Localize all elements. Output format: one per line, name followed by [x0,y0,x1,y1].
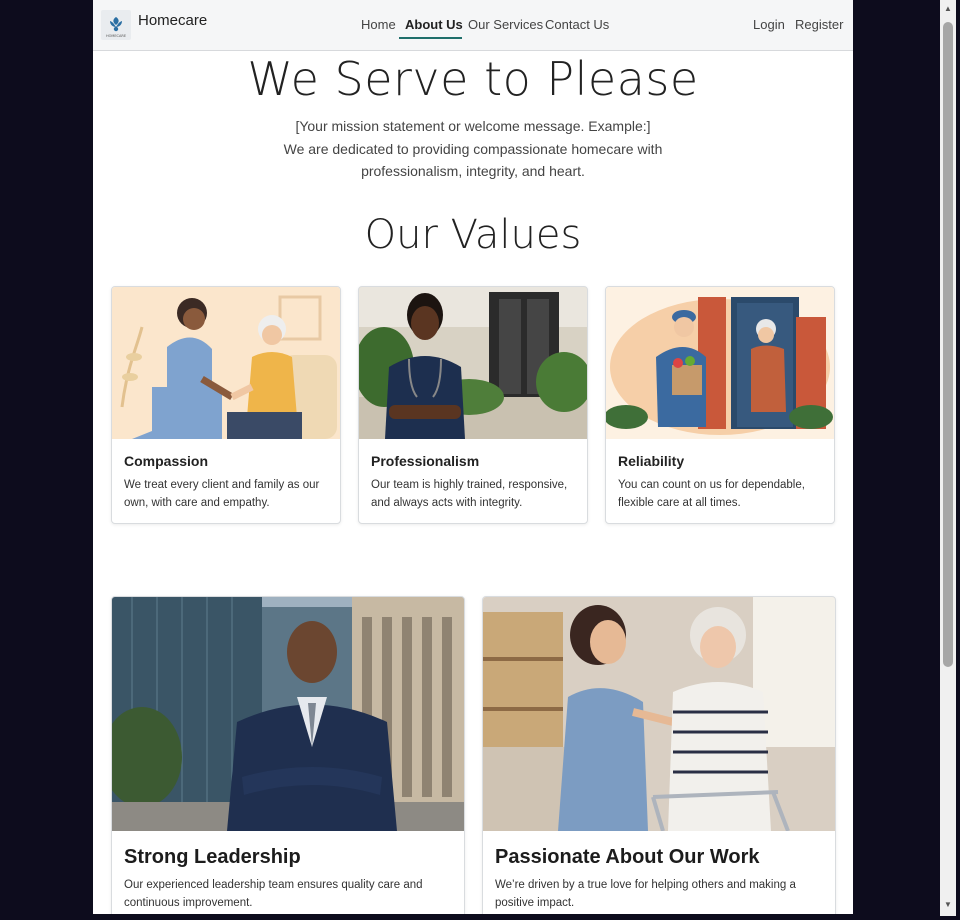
leadership-photo [112,597,464,831]
feature-text-line-2: continuous improvement. [124,897,253,909]
card-title: Reliability [618,453,685,469]
card-title: Compassion [124,453,209,469]
value-card-professionalism: Professionalism Our team is highly train… [358,286,588,524]
feature-title: Strong Leadership [124,846,301,868]
mission-line-1: [Your mission statement or welcome messa… [295,118,651,134]
scroll-down-icon[interactable]: ▼ [943,900,953,910]
card-text-line-1: You can count on us for dependable, [618,479,805,491]
scroll-up-icon[interactable]: ▲ [943,4,953,14]
feature-card-leadership: Strong Leadership Our experienced leader… [111,596,465,914]
register-link[interactable]: Register [795,17,843,32]
reliability-illustration [606,287,834,439]
card-text-line-1: We treat every client and family as our [124,479,320,491]
caregiver-photo [483,597,835,831]
value-card-compassion: Compassion We treat every client and fam… [111,286,341,524]
navbar: HOMECARE Homecare Home About Us Our Serv… [93,0,853,51]
page-scrollbar[interactable]: ▲ ▼ [940,0,956,916]
nav-contact-us[interactable]: Contact Us [545,17,609,32]
feature-text-line-1: Our experienced leadership team ensures … [124,879,423,891]
card-text-line-2: and always acts with integrity. [371,497,523,509]
page: HOMECARE Homecare Home About Us Our Serv… [93,0,853,914]
card-text-line-2: own, with care and empathy. [124,497,270,509]
page-title: We Serve to Please [247,52,699,106]
svg-text:HOMECARE: HOMECARE [106,34,126,38]
card-title: Professionalism [371,453,480,469]
feature-text-line-2: positive impact. [495,897,575,909]
professional-nurse-photo [359,287,587,439]
feature-card-passion: Passionate About Our Work We’re driven b… [482,596,836,914]
card-text-line-2: flexible care at all times. [618,497,741,509]
value-card-reliability: Reliability You can count on us for depe… [605,286,835,524]
mission-line-3: professionalism, integrity, and heart. [361,163,585,179]
logo-icon: HOMECARE [106,17,126,38]
login-link[interactable]: Login [753,17,785,32]
scroll-thumb[interactable] [943,22,953,667]
nav-our-services[interactable]: Our Services [468,17,543,32]
brand-name[interactable]: Homecare [138,12,207,29]
mission-line-2: We are dedicated to providing compassion… [283,141,663,157]
values-heading: Our Values [364,212,582,258]
nav-home[interactable]: Home [361,17,396,32]
card-text-line-1: Our team is highly trained, responsive, [371,479,568,491]
nav-active-indicator [399,37,462,39]
compassion-illustration [112,287,340,439]
brand-logo[interactable]: HOMECARE [101,10,131,40]
nav-about-us[interactable]: About Us [405,17,463,32]
feature-text-line-1: We’re driven by a true love for helping … [495,879,796,891]
feature-title: Passionate About Our Work [495,846,760,868]
